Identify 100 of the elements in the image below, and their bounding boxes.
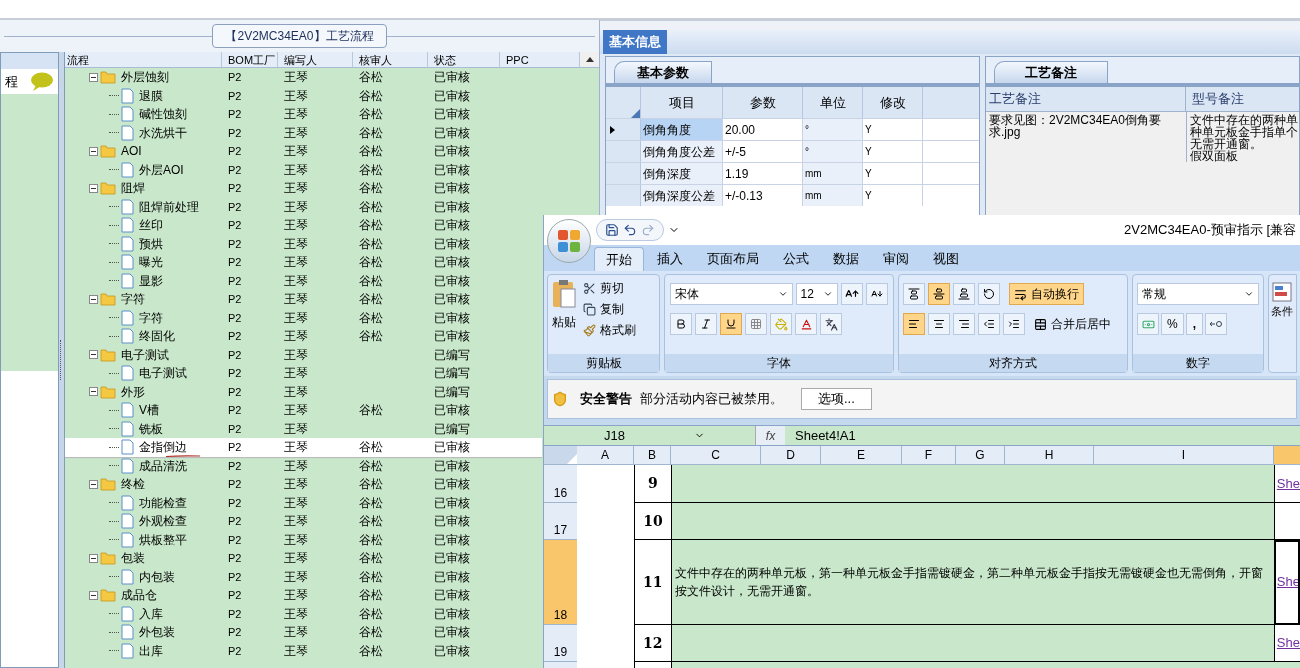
tree-row[interactable]: AOI P2 王琴 谷松 已审核 <box>65 142 600 161</box>
cut-button[interactable]: 剪切 <box>583 279 636 297</box>
column-header[interactable]: 状态 <box>428 52 500 67</box>
section-tab[interactable]: 工艺备注 <box>994 61 1108 83</box>
font-color-button[interactable] <box>795 313 817 335</box>
tree-row[interactable]: 水洗烘干 P2 王琴 谷松 已审核 <box>65 123 600 142</box>
column-header[interactable]: 工艺备注 <box>986 87 1186 111</box>
options-button[interactable]: 选项... <box>801 388 872 410</box>
tree-row[interactable]: 碱性蚀刻 P2 王琴 谷松 已审核 <box>65 105 600 124</box>
copy-button[interactable]: 复制 <box>583 300 636 318</box>
row-header[interactable]: 18 <box>544 540 577 625</box>
align-left-button[interactable] <box>903 313 925 335</box>
insert-function-button[interactable]: fx <box>755 426 785 445</box>
column-header[interactable]: 型号备注 <box>1186 87 1299 111</box>
decrease-indent-button[interactable] <box>978 313 1000 335</box>
column-header[interactable]: 核审人 <box>353 52 428 67</box>
tree-row[interactable]: 内包装 P2 王琴 谷松 已审核 <box>65 567 542 586</box>
tree-row[interactable]: 终检 P2 王琴 谷松 已审核 <box>65 475 542 494</box>
collapse-icon[interactable] <box>89 553 98 563</box>
tree-row[interactable]: 电子测试 P2 王琴 已编写 <box>65 364 542 383</box>
number-format-field[interactable]: 常规 <box>1137 283 1259 305</box>
tree-row[interactable]: 阻焊前处理 P2 王琴 谷松 已审核 <box>65 197 542 216</box>
increase-indent-button[interactable] <box>1003 313 1025 335</box>
column-header[interactable]: BOM工厂 <box>222 52 278 67</box>
conditional-format-icon[interactable] <box>1271 281 1293 303</box>
column-header[interactable]: H <box>1005 446 1094 464</box>
merge-center-button[interactable]: 合并后居中 <box>1034 313 1111 335</box>
ribbon-tab[interactable]: 数据 <box>822 247 870 271</box>
column-header[interactable]: A <box>577 446 634 464</box>
collapse-icon[interactable] <box>89 183 98 193</box>
tree-row[interactable]: 字符 P2 王琴 谷松 已审核 <box>65 308 542 327</box>
tree-row[interactable]: 阻焊 P2 王琴 谷松 已审核 <box>65 179 600 198</box>
column-header[interactable]: E <box>821 446 902 464</box>
bold-button[interactable] <box>670 313 692 335</box>
tree-row[interactable]: 外形 P2 王琴 已编写 <box>65 382 542 401</box>
tree-row[interactable]: V槽 P2 王琴 谷松 已审核 <box>65 401 542 420</box>
collapse-icon[interactable] <box>89 350 98 360</box>
align-middle-button[interactable] <box>928 283 950 305</box>
align-top-button[interactable] <box>903 283 925 305</box>
underline-button[interactable] <box>720 313 742 335</box>
tree-row[interactable]: 退膜 P2 王琴 谷松 已审核 <box>65 86 600 105</box>
grow-font-button[interactable] <box>841 283 863 305</box>
fill-color-button[interactable] <box>770 313 792 335</box>
ribbon-tab[interactable]: 开始 <box>594 247 644 271</box>
tree-row[interactable]: 外层AOI P2 王琴 谷松 已审核 <box>65 160 600 179</box>
sheet-link[interactable]: She <box>1274 473 1300 494</box>
undo-icon[interactable] <box>623 223 637 237</box>
ribbon-tab[interactable]: 公式 <box>772 247 820 271</box>
collapse-icon[interactable] <box>89 294 98 304</box>
center-button[interactable] <box>928 313 950 335</box>
scroll-up-icon[interactable] <box>585 57 594 62</box>
tree-row[interactable]: 外观检查 P2 王琴 谷松 已审核 <box>65 512 542 531</box>
comma-button[interactable]: , <box>1185 313 1203 335</box>
align-right-button[interactable] <box>953 313 975 335</box>
tree-row[interactable]: 功能检查 P2 王琴 谷松 已审核 <box>65 493 542 512</box>
tree-row[interactable]: 成品清洗 P2 王琴 谷松 已审核 <box>65 456 542 475</box>
tree-row[interactable]: 曝光 P2 王琴 谷松 已审核 <box>65 253 542 272</box>
column-header[interactable]: 流程 <box>65 52 222 67</box>
tree-row[interactable]: 外层蚀刻 P2 王琴 谷松 已审核 <box>65 68 600 87</box>
shrink-font-button[interactable] <box>866 283 888 305</box>
collapse-icon[interactable] <box>89 590 98 600</box>
percent-button[interactable]: % <box>1161 313 1184 335</box>
column-header[interactable]: F <box>902 446 956 464</box>
tree-row[interactable]: 显影 P2 王琴 谷松 已审核 <box>65 271 542 290</box>
ribbon-tab[interactable]: 视图 <box>922 247 970 271</box>
tree-row[interactable]: 出库 P2 王琴 谷松 已审核 <box>65 641 542 660</box>
column-header[interactable]: D <box>761 446 821 464</box>
font-name-field[interactable]: 宋体 <box>670 283 793 305</box>
borders-button[interactable] <box>745 313 767 335</box>
tree-row[interactable]: 终固化 P2 王琴 谷松 已审核 <box>65 327 542 346</box>
italic-button[interactable] <box>695 313 717 335</box>
tree-row[interactable]: 烘板整平 P2 王琴 谷松 已审核 <box>65 530 542 549</box>
orientation-button[interactable] <box>978 283 1000 305</box>
tree-row[interactable]: 预烘 P2 王琴 谷松 已审核 <box>65 234 542 253</box>
tree-row[interactable]: 包装 P2 王琴 谷松 已审核 <box>65 549 542 568</box>
row-header[interactable]: 19 <box>544 625 577 662</box>
row-header[interactable]: 16 <box>544 465 577 503</box>
ribbon-tab[interactable]: 页面布局 <box>696 247 770 271</box>
sheet-link[interactable]: She <box>1274 633 1300 653</box>
column-header[interactable]: 编写人 <box>278 52 353 67</box>
collapse-icon[interactable] <box>89 387 98 397</box>
tree-row[interactable]: 成品仓 P2 王琴 谷松 已审核 <box>65 586 542 605</box>
wrap-text-button[interactable]: 自动换行 <box>1009 283 1084 305</box>
column-header[interactable]: C <box>671 446 761 464</box>
row-header[interactable]: 17 <box>544 503 577 540</box>
collapse-icon[interactable] <box>89 72 98 82</box>
paste-button[interactable]: 粘贴 <box>551 279 577 331</box>
column-header[interactable]: 单位 <box>803 87 863 118</box>
tree-row[interactable]: 字符 P2 王琴 谷松 已审核 <box>65 290 542 309</box>
tree-row[interactable]: 电子测试 P2 王琴 已编写 <box>65 345 542 364</box>
office-logo-icon[interactable] <box>556 228 582 254</box>
align-bottom-button[interactable] <box>953 283 975 305</box>
conditional-format-button[interactable]: 条件 <box>1271 303 1296 320</box>
column-header[interactable]: 项目 <box>641 87 723 118</box>
section-tab[interactable]: 基本参数 <box>614 61 712 83</box>
phonetic-button[interactable] <box>820 313 842 335</box>
column-header[interactable]: 修改 <box>863 87 923 118</box>
font-size-field[interactable]: 12 <box>795 283 838 305</box>
tree-row[interactable]: 铣板 P2 王琴 已编写 <box>65 419 542 438</box>
column-header[interactable]: G <box>956 446 1005 464</box>
